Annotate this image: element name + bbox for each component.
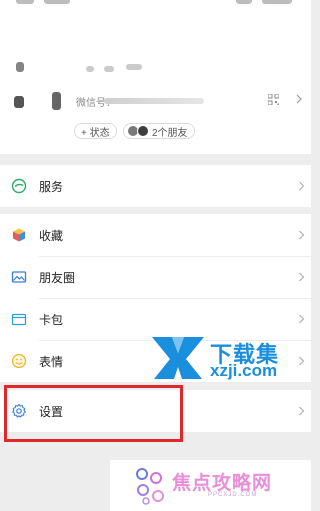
profile-chevron-right-icon	[296, 94, 302, 104]
moments-label: 朋友圈	[39, 270, 76, 285]
menu-item-favorites[interactable]: 收藏	[0, 214, 311, 256]
jiaodian-url: PPCXJD.COM	[208, 492, 258, 498]
chevron-right-icon	[299, 181, 305, 191]
services-icon	[11, 178, 27, 194]
menu-item-services[interactable]: 服务	[0, 165, 311, 207]
services-label: 服务	[39, 179, 64, 194]
nickname-blurred	[16, 60, 146, 74]
settings-group: 设置	[0, 390, 311, 432]
favorites-cube-icon	[13, 228, 25, 242]
favorites-label: 收藏	[39, 228, 64, 243]
jiaodian-logo-icon	[136, 468, 164, 505]
jiaodian-title: 焦点攻略网	[172, 473, 273, 494]
wallet-card-icon	[11, 313, 27, 326]
menu-item-moments[interactable]: 朋友圈	[0, 256, 311, 298]
settings-gear-icon	[11, 403, 27, 418]
add-status-button[interactable]: + 状态	[74, 123, 117, 139]
moments-picture-icon	[11, 271, 27, 283]
xzji-logo-icon	[152, 337, 204, 379]
menu-item-settings[interactable]: 设置	[0, 390, 311, 432]
watermark-jiaodian: 焦点攻略网 PPCXJD.COM	[110, 460, 311, 511]
chevron-right-icon	[299, 272, 305, 282]
friend-avatar-2	[137, 125, 149, 137]
status-signal-icon	[16, 0, 34, 4]
stickers-label: 表情	[39, 354, 64, 369]
status-time	[262, 0, 292, 4]
qr-code-icon[interactable]	[268, 94, 279, 105]
stickers-smiley-icon	[11, 353, 27, 369]
chevron-right-icon	[299, 230, 305, 240]
watermark-xzji: 下载集 xzji.com	[150, 333, 300, 383]
add-status-label: + 状态	[81, 127, 110, 139]
chevron-right-icon	[299, 406, 305, 416]
wallet-label: 卡包	[39, 312, 64, 327]
status-alarm-icon	[236, 0, 252, 4]
friends-status-chip[interactable]: 2个朋友	[123, 123, 195, 139]
xzji-url: xzji.com	[210, 361, 278, 380]
services-group: 服务	[0, 165, 311, 207]
profile-header[interactable]: 微信号： + 状态 2个朋友	[0, 14, 311, 154]
friends-chip-label: 2个朋友	[152, 127, 188, 139]
avatar[interactable]	[14, 92, 74, 110]
status-carrier-text	[44, 0, 70, 4]
chevron-right-icon	[299, 314, 305, 324]
settings-label: 设置	[39, 404, 64, 419]
status-bar	[0, 0, 311, 14]
wechat-id-value-blurred	[104, 98, 204, 104]
